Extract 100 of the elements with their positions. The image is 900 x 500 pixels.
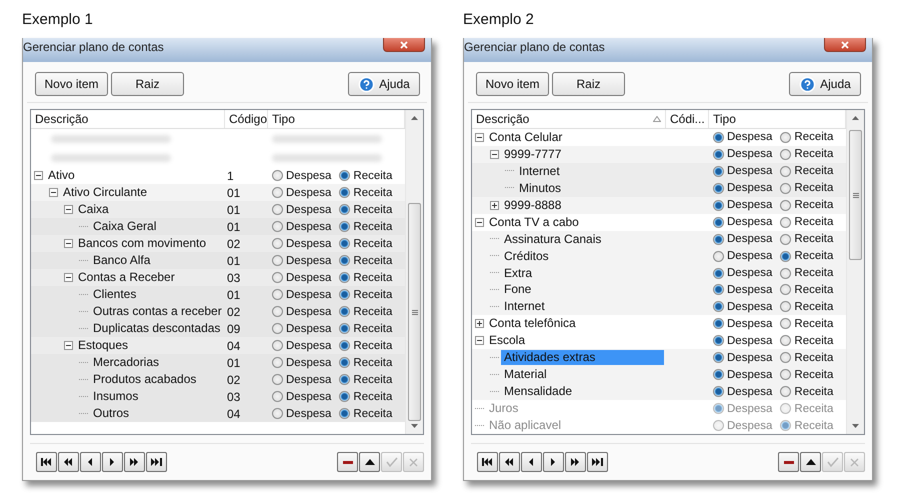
- radio-button[interactable]: [713, 234, 724, 245]
- radio-button[interactable]: [713, 318, 724, 330]
- radio-button[interactable]: [780, 268, 792, 279]
- column-header[interactable]: Código: [225, 110, 268, 128]
- radio-button[interactable]: [713, 200, 724, 211]
- tree-item[interactable]: Conta telefônica: [486, 316, 579, 332]
- action-button[interactable]: [359, 452, 380, 472]
- close-button[interactable]: [824, 38, 866, 52]
- radio-button[interactable]: [713, 148, 724, 160]
- toolbar-button[interactable]: Novo item: [476, 72, 549, 96]
- radio-button[interactable]: [272, 408, 283, 419]
- radio-button[interactable]: [272, 255, 283, 266]
- collapse-toggle[interactable]: [34, 171, 43, 180]
- column-header[interactable]: Códi...: [666, 110, 709, 128]
- radio-button[interactable]: [339, 238, 350, 249]
- expand-toggle[interactable]: [490, 200, 499, 210]
- radio-button[interactable]: [339, 408, 350, 419]
- radio-button[interactable]: [272, 306, 283, 317]
- radio-button[interactable]: [272, 323, 283, 334]
- tree-item[interactable]: Conta TV a cabo: [486, 214, 582, 230]
- radio-button[interactable]: [780, 318, 792, 330]
- radio-button[interactable]: [272, 340, 283, 351]
- tree-item[interactable]: Conta Celular: [486, 130, 566, 145]
- tree-item[interactable]: Assinatura Canais: [501, 232, 604, 247]
- radio-button[interactable]: [713, 250, 724, 262]
- tree-item[interactable]: Fone: [501, 282, 534, 298]
- radio-button[interactable]: [780, 369, 792, 380]
- collapse-toggle[interactable]: [64, 273, 73, 282]
- radio-button[interactable]: [780, 166, 792, 177]
- radio-button[interactable]: [780, 182, 792, 194]
- radio-button[interactable]: [339, 391, 350, 402]
- radio-button[interactable]: [780, 386, 792, 398]
- navigation-button[interactable]: [146, 452, 167, 472]
- navigation-button[interactable]: [80, 452, 101, 472]
- radio-button[interactable]: [272, 204, 283, 215]
- radio-button[interactable]: [780, 234, 792, 245]
- tree-item[interactable]: Internet: [516, 164, 563, 179]
- action-button[interactable]: [337, 452, 358, 472]
- radio-button[interactable]: [713, 284, 724, 296]
- toolbar-button[interactable]: Raiz: [111, 72, 184, 96]
- help-button[interactable]: Ajuda: [789, 72, 861, 96]
- tree-item[interactable]: 9999-8888: [501, 198, 564, 213]
- expand-toggle[interactable]: [475, 319, 484, 328]
- radio-button[interactable]: [713, 335, 724, 346]
- tree-item[interactable]: Outras contas a receber: [90, 304, 225, 319]
- radio-button[interactable]: [339, 306, 350, 317]
- collapse-toggle[interactable]: [64, 341, 73, 350]
- collapse-toggle[interactable]: [475, 218, 484, 227]
- radio-button[interactable]: [713, 301, 724, 312]
- radio-button[interactable]: [339, 289, 350, 300]
- tree-item[interactable]: Duplicatas descontadas: [90, 321, 224, 336]
- radio-button[interactable]: [272, 272, 283, 283]
- radio-button[interactable]: [780, 148, 792, 160]
- navigation-button[interactable]: [521, 452, 542, 472]
- radio-button[interactable]: [272, 289, 283, 300]
- toolbar-button[interactable]: Novo item: [35, 72, 108, 96]
- navigation-button[interactable]: [102, 452, 123, 472]
- navigation-button[interactable]: [124, 452, 145, 472]
- radio-button[interactable]: [272, 391, 283, 402]
- tree-item[interactable]: Material: [501, 367, 550, 382]
- radio-button[interactable]: [339, 204, 350, 215]
- radio-button[interactable]: [272, 357, 283, 368]
- radio-button[interactable]: [713, 386, 724, 398]
- tree-item[interactable]: Contas a Receber: [75, 270, 178, 285]
- tree-item[interactable]: Caixa: [75, 202, 112, 217]
- tree-item[interactable]: Estoques: [75, 338, 132, 353]
- radio-button[interactable]: [339, 255, 350, 266]
- navigation-button[interactable]: [565, 452, 586, 472]
- tree-item[interactable]: Internet: [501, 299, 548, 314]
- navigation-button[interactable]: [587, 452, 608, 472]
- tree-item[interactable]: Insumos: [90, 389, 142, 404]
- radio-button[interactable]: [339, 374, 350, 385]
- tree-item[interactable]: Ativo Circulante: [60, 185, 150, 200]
- navigation-button[interactable]: [36, 452, 57, 472]
- collapse-toggle[interactable]: [49, 188, 58, 197]
- radio-button[interactable]: [272, 238, 283, 249]
- collapse-toggle[interactable]: [475, 336, 484, 346]
- radio-button[interactable]: [272, 187, 283, 198]
- collapse-toggle[interactable]: [64, 239, 73, 248]
- radio-button[interactable]: [339, 221, 350, 232]
- toolbar-button[interactable]: Raiz: [552, 72, 625, 96]
- scrollbar[interactable]: [405, 110, 423, 434]
- radio-button[interactable]: [713, 132, 724, 143]
- radio-button[interactable]: [780, 301, 792, 312]
- tree-item[interactable]: Mensalidade: [501, 384, 576, 400]
- navigation-button[interactable]: [58, 452, 79, 472]
- radio-button[interactable]: [780, 200, 792, 211]
- radio-button[interactable]: [339, 323, 350, 334]
- radio-button[interactable]: [713, 216, 724, 228]
- tree-item[interactable]: Clientes: [90, 287, 140, 302]
- radio-button[interactable]: [339, 187, 350, 198]
- action-button[interactable]: [778, 452, 799, 472]
- tree-item[interactable]: Extra: [501, 266, 536, 281]
- radio-button[interactable]: [272, 221, 283, 232]
- radio-button[interactable]: [339, 170, 350, 181]
- radio-button[interactable]: [339, 272, 350, 283]
- tree-item[interactable]: Outros: [90, 406, 132, 421]
- radio-button[interactable]: [780, 250, 792, 262]
- close-button[interactable]: [383, 38, 425, 52]
- tree-item[interactable]: Bancos com movimento: [75, 236, 210, 251]
